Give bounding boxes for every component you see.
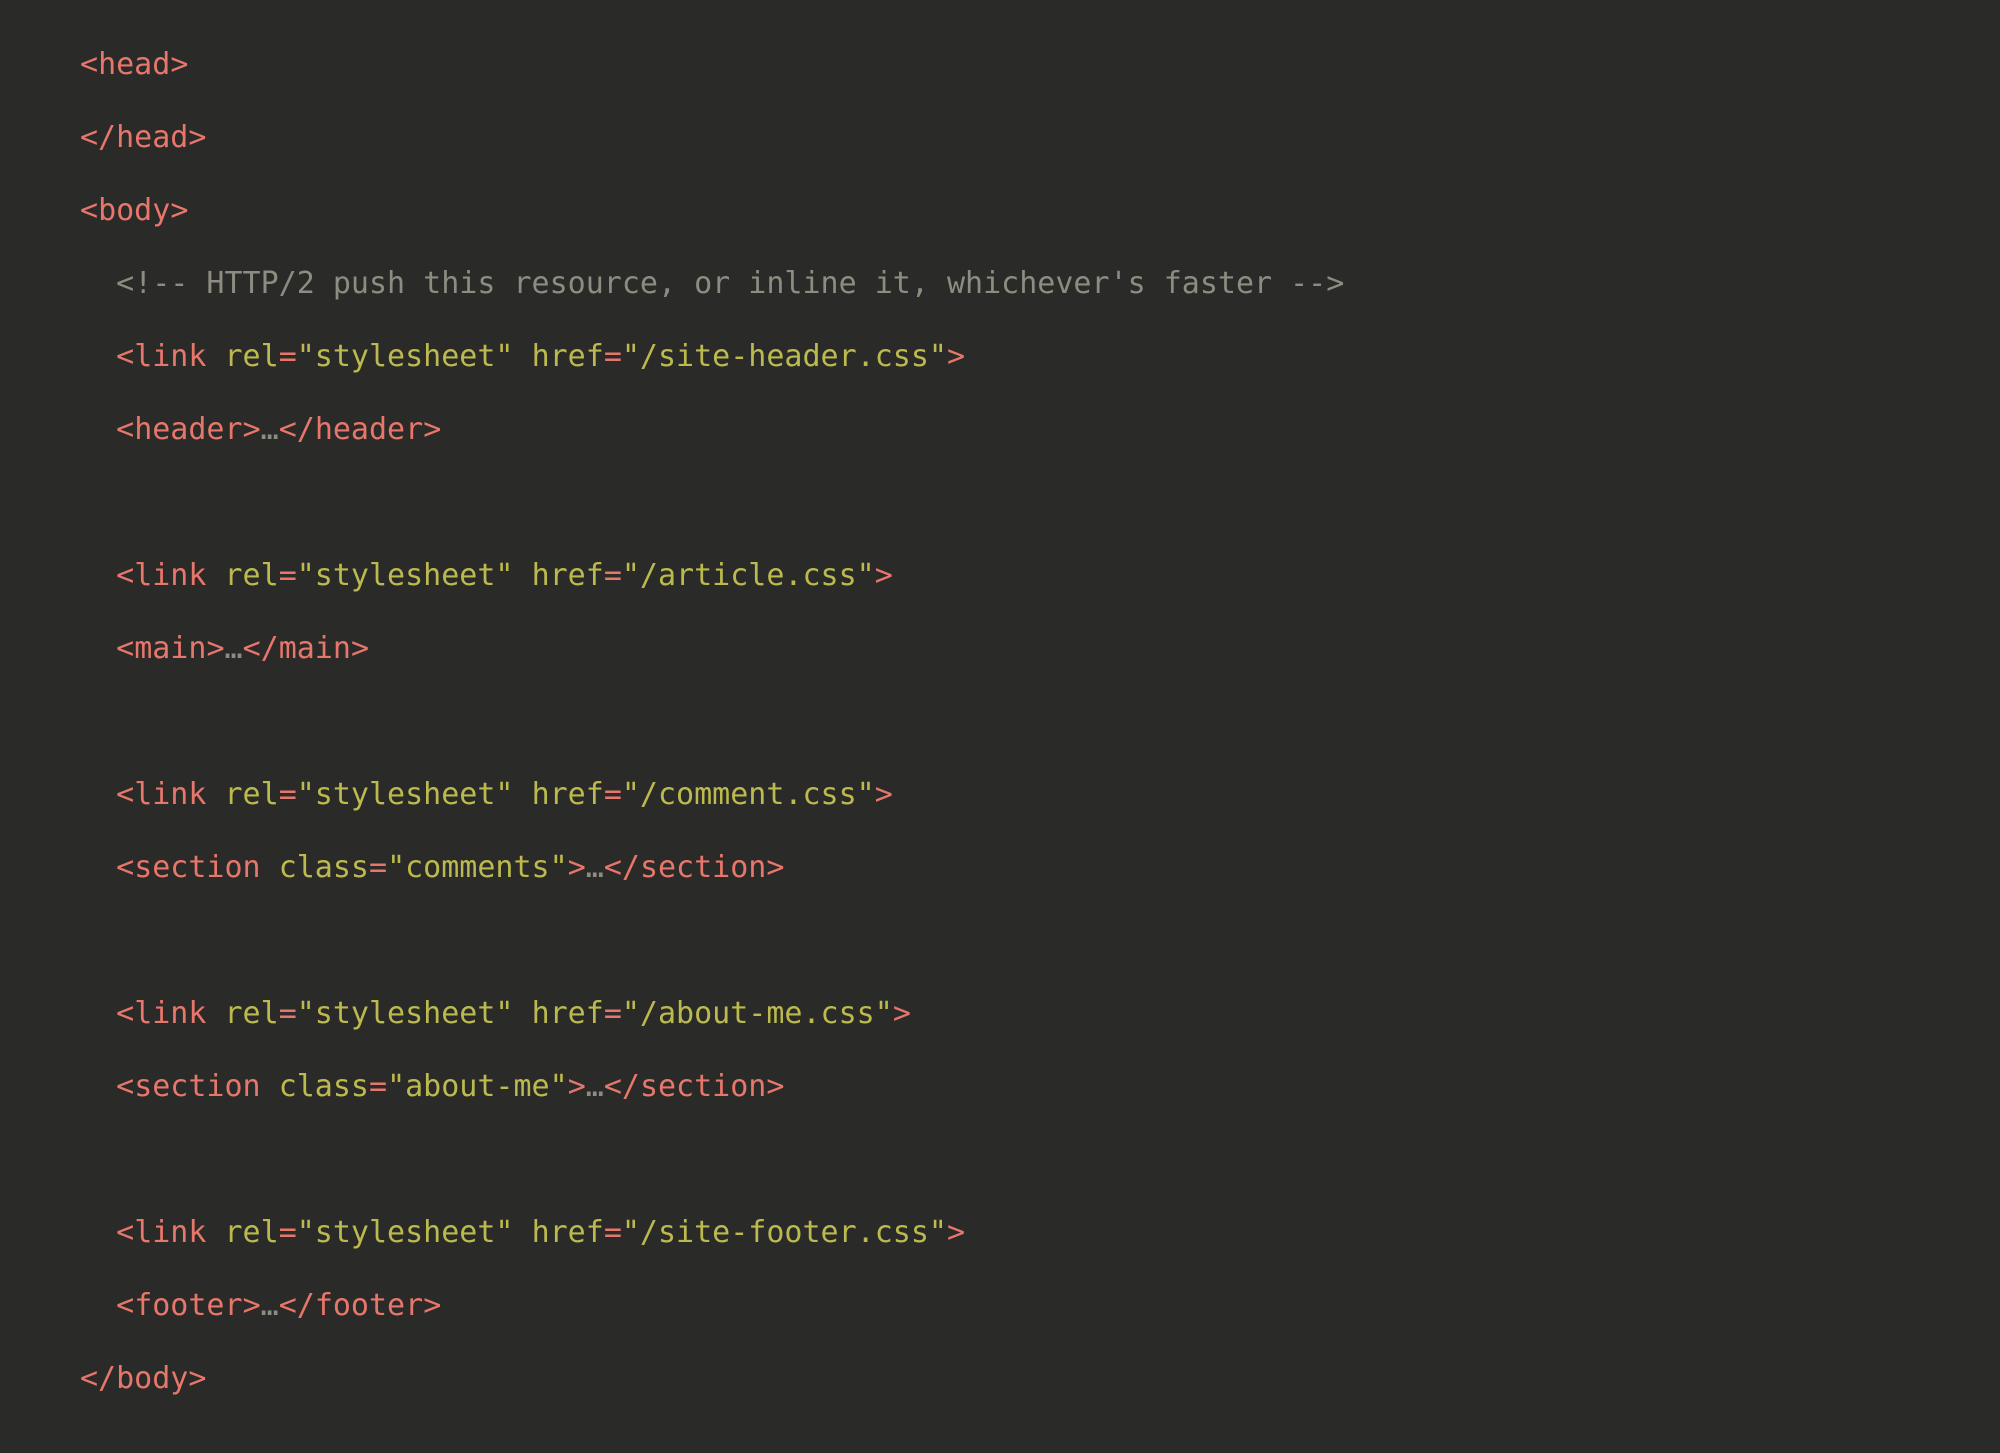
code-line-void_tag: <link rel="stylesheet" href="/site-heade… xyxy=(80,339,965,374)
code-line-inline_pair: <main>…</main> xyxy=(80,631,369,666)
code-line-tag_close: </head> xyxy=(80,120,206,155)
code-line-inline_pair: <section class="comments">…</section> xyxy=(80,850,784,885)
code-line-tag_open: <head> xyxy=(80,47,188,82)
code-line-void_tag: <link rel="stylesheet" href="/article.cs… xyxy=(80,558,893,593)
code-line-tag_close: </body> xyxy=(80,1361,206,1396)
code-line-inline_pair: <footer>…</footer> xyxy=(80,1288,441,1323)
code-line-void_tag: <link rel="stylesheet" href="/about-me.c… xyxy=(80,996,911,1031)
code-line-inline_pair: <section class="about-me">…</section> xyxy=(80,1069,784,1104)
code-line-tag_open: <body> xyxy=(80,193,188,228)
code-line-comment: <!-- HTTP/2 push this resource, or inlin… xyxy=(80,266,1344,301)
code-line-inline_pair: <header>…</header> xyxy=(80,412,441,447)
code-line-void_tag: <link rel="stylesheet" href="/comment.cs… xyxy=(80,777,893,812)
code-block: <head> </head> <body> <!-- HTTP/2 push t… xyxy=(0,0,2000,1443)
code-line-void_tag: <link rel="stylesheet" href="/site-foote… xyxy=(80,1215,965,1250)
